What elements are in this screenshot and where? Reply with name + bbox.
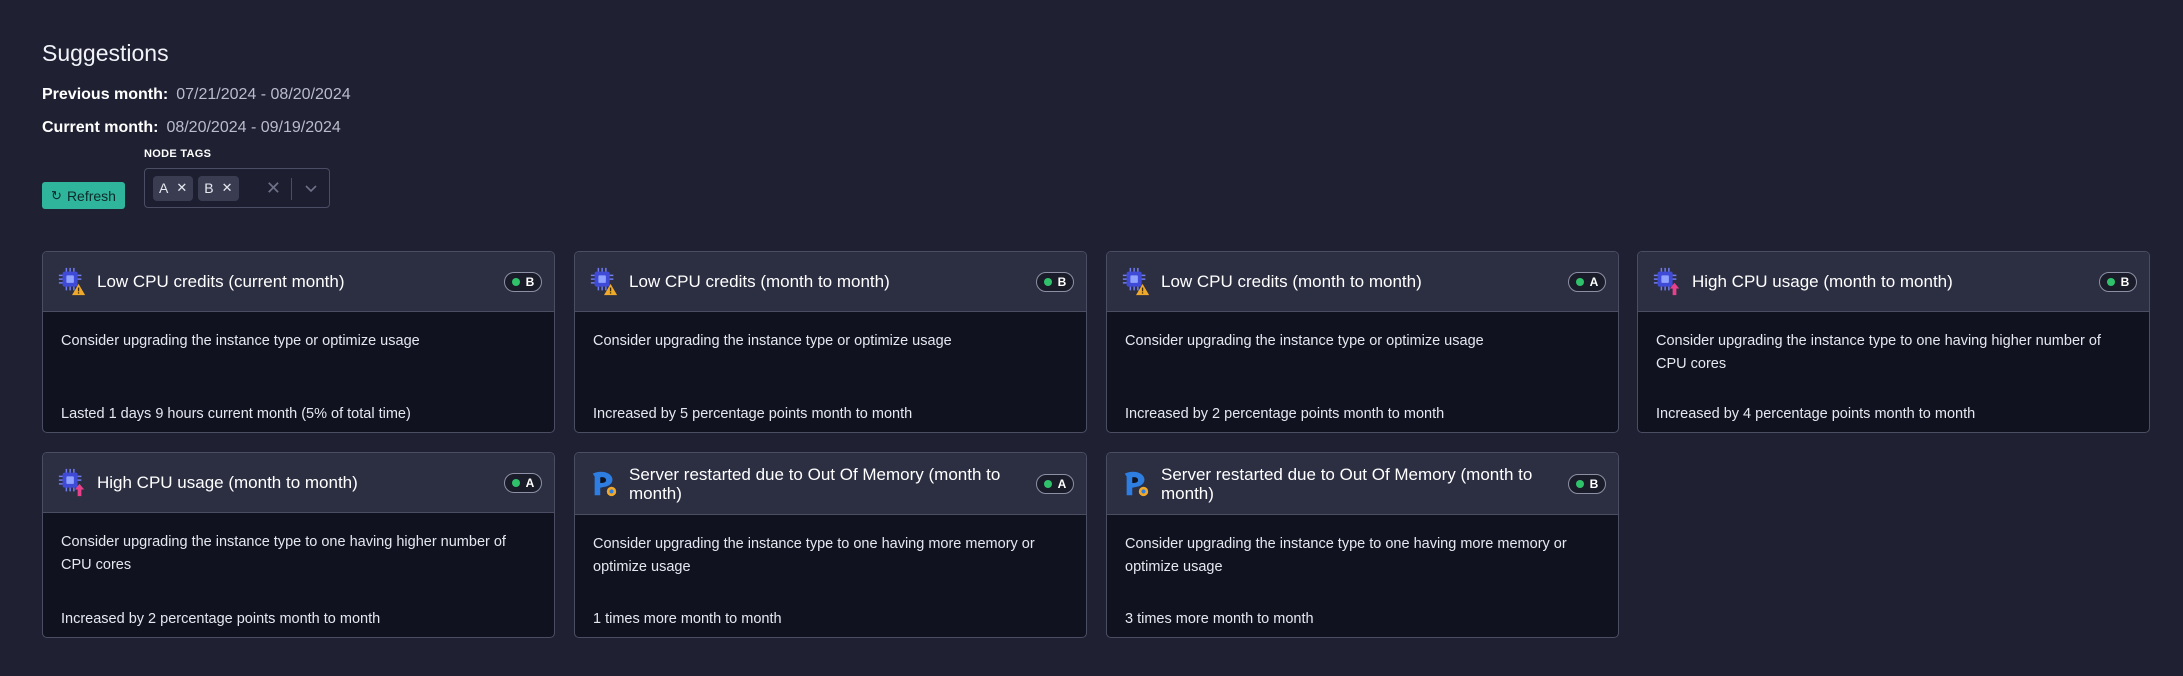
cpu-warning-icon [589, 266, 619, 298]
card-header: Low CPU credits (month to month) B [575, 252, 1086, 312]
card-header: Low CPU credits (current month) B [43, 252, 554, 312]
card-footer: 3 times more month to month [1125, 611, 1314, 627]
card-description: Consider upgrading the instance type or … [593, 333, 952, 349]
card-footer: 1 times more month to month [593, 611, 782, 627]
suggestion-card: High CPU usage (month to month) A Consider… [42, 452, 555, 638]
card-description: Consider upgrading the instance type to … [593, 536, 1035, 575]
cpu-warning-icon [57, 266, 87, 298]
card-footer: Lasted 1 days 9 hours current month (5% … [61, 406, 411, 422]
cpu-warning-icon [1121, 266, 1151, 298]
node-tag-badge: B [504, 271, 542, 292]
card-body: Consider upgrading the instance type or … [1107, 312, 1618, 353]
badge-label: B [2120, 274, 2130, 289]
card-title: High CPU usage (month to month) [97, 473, 358, 492]
status-dot [2106, 277, 2115, 286]
node-tag-badge: B [1568, 473, 1606, 494]
badge-label: A [1589, 274, 1599, 289]
badge-label: B [1589, 476, 1599, 491]
card-header: Low CPU credits (month to month) A [1107, 252, 1618, 312]
node-tags-select[interactable]: A ✕ B ✕ ✕ [144, 168, 330, 208]
card-body: Consider upgrading the instance type or … [43, 312, 554, 353]
card-body: Consider upgrading the instance type to … [1107, 515, 1618, 579]
refresh-button[interactable]: ↻ Refresh [42, 182, 125, 209]
badge-label: A [525, 475, 535, 490]
card-title: Low CPU credits (month to month) [1161, 272, 1422, 291]
card-body: Consider upgrading the instance type to … [1638, 312, 2149, 376]
tag-chip: B ✕ [198, 175, 239, 201]
remove-tag-icon[interactable]: ✕ [222, 180, 233, 196]
card-body: Consider upgrading the instance type to … [575, 515, 1086, 579]
tag-chip: A ✕ [153, 175, 194, 201]
badge-label: B [1057, 274, 1067, 289]
card-description: Consider upgrading the instance type or … [61, 333, 420, 349]
suggestion-card: Low CPU credits (month to month) A Conside… [1106, 251, 1619, 433]
badge-label: B [525, 274, 535, 289]
card-title: Server restarted due to Out Of Memory (m… [629, 464, 1001, 503]
previous-month-label: Previous month: [42, 86, 169, 103]
suggestions-page: Suggestions Previous month: 07/21/2024 - … [42, 40, 2150, 212]
filter-controls: ↻ Refresh NODE TAGS A ✕ B ✕ ✕ [42, 148, 2150, 212]
clear-tags-icon[interactable]: ✕ [266, 178, 281, 199]
card-title: Server restarted due to Out Of Memory (m… [1161, 464, 1533, 503]
remove-tag-icon[interactable]: ✕ [176, 180, 187, 196]
card-description: Consider upgrading the instance type to … [1656, 333, 2101, 372]
card-footer: Increased by 2 percentage points month t… [61, 611, 381, 627]
node-tag-badge: B [2099, 271, 2137, 292]
previous-month-value: 07/21/2024 - 08/20/2024 [176, 86, 351, 103]
card-title: High CPU usage (month to month) [1692, 272, 1953, 291]
card-body: Consider upgrading the instance type to … [43, 513, 554, 577]
node-tag-badge: A [504, 472, 542, 493]
card-footer: Increased by 5 percentage points month t… [593, 406, 913, 422]
server-restart-icon [589, 468, 619, 500]
node-tag-badge: A [1568, 271, 1606, 292]
card-description: Consider upgrading the instance type to … [61, 534, 506, 573]
card-header: High CPU usage (month to month) A [43, 453, 554, 513]
node-tag-badge: A [1036, 473, 1074, 494]
tag-chip-label: B [204, 180, 214, 196]
select-divider [291, 178, 292, 200]
status-dot [1043, 277, 1052, 286]
card-header: Server restarted due to Out Of Memory (m… [1107, 453, 1618, 515]
card-header: Server restarted due to Out Of Memory (m… [575, 453, 1086, 515]
chevron-down-icon[interactable] [303, 180, 319, 196]
status-dot [1575, 277, 1584, 286]
card-body: Consider upgrading the instance type or … [575, 312, 1086, 353]
cpu-high-usage-icon [57, 467, 87, 499]
card-footer: Increased by 2 percentage points month t… [1125, 406, 1445, 422]
card-description: Consider upgrading the instance type or … [1125, 333, 1484, 349]
status-dot [511, 478, 520, 487]
badge-label: A [1057, 476, 1067, 491]
card-title: Low CPU credits (current month) [97, 272, 345, 291]
current-month-label: Current month: [42, 119, 159, 136]
tag-chip-label: A [159, 180, 169, 196]
page-title: Suggestions [42, 40, 169, 66]
card-footer: Increased by 4 percentage points month t… [1656, 406, 1976, 422]
current-month-row: Current month: 08/20/2024 - 09/19/2024 [42, 117, 2150, 138]
suggestion-card: High CPU usage (month to month) B Consider… [1637, 251, 2150, 433]
current-month-value: 08/20/2024 - 09/19/2024 [166, 119, 341, 136]
status-dot [1043, 479, 1052, 488]
node-tag-badge: B [1036, 271, 1074, 292]
node-tags-label: NODE TAGS [144, 148, 212, 160]
suggestion-card: Low CPU credits (current month) B Consider… [42, 251, 555, 433]
status-dot [1575, 479, 1584, 488]
suggestion-card: Low CPU credits (month to month) B Conside… [574, 251, 1087, 433]
server-restart-icon [1121, 468, 1151, 500]
suggestion-card: Server restarted due to Out Of Memory (m… [1106, 452, 1619, 638]
status-dot [511, 277, 520, 286]
cpu-high-usage-icon [1652, 266, 1682, 298]
refresh-icon: ↻ [51, 187, 62, 203]
previous-month-row: Previous month: 07/21/2024 - 08/20/2024 [42, 84, 2150, 105]
card-description: Consider upgrading the instance type to … [1125, 536, 1567, 575]
suggestion-card: Server restarted due to Out Of Memory (m… [574, 452, 1087, 638]
card-header: High CPU usage (month to month) B [1638, 252, 2149, 312]
card-title: Low CPU credits (month to month) [629, 272, 890, 291]
refresh-button-label: Refresh [66, 187, 116, 204]
